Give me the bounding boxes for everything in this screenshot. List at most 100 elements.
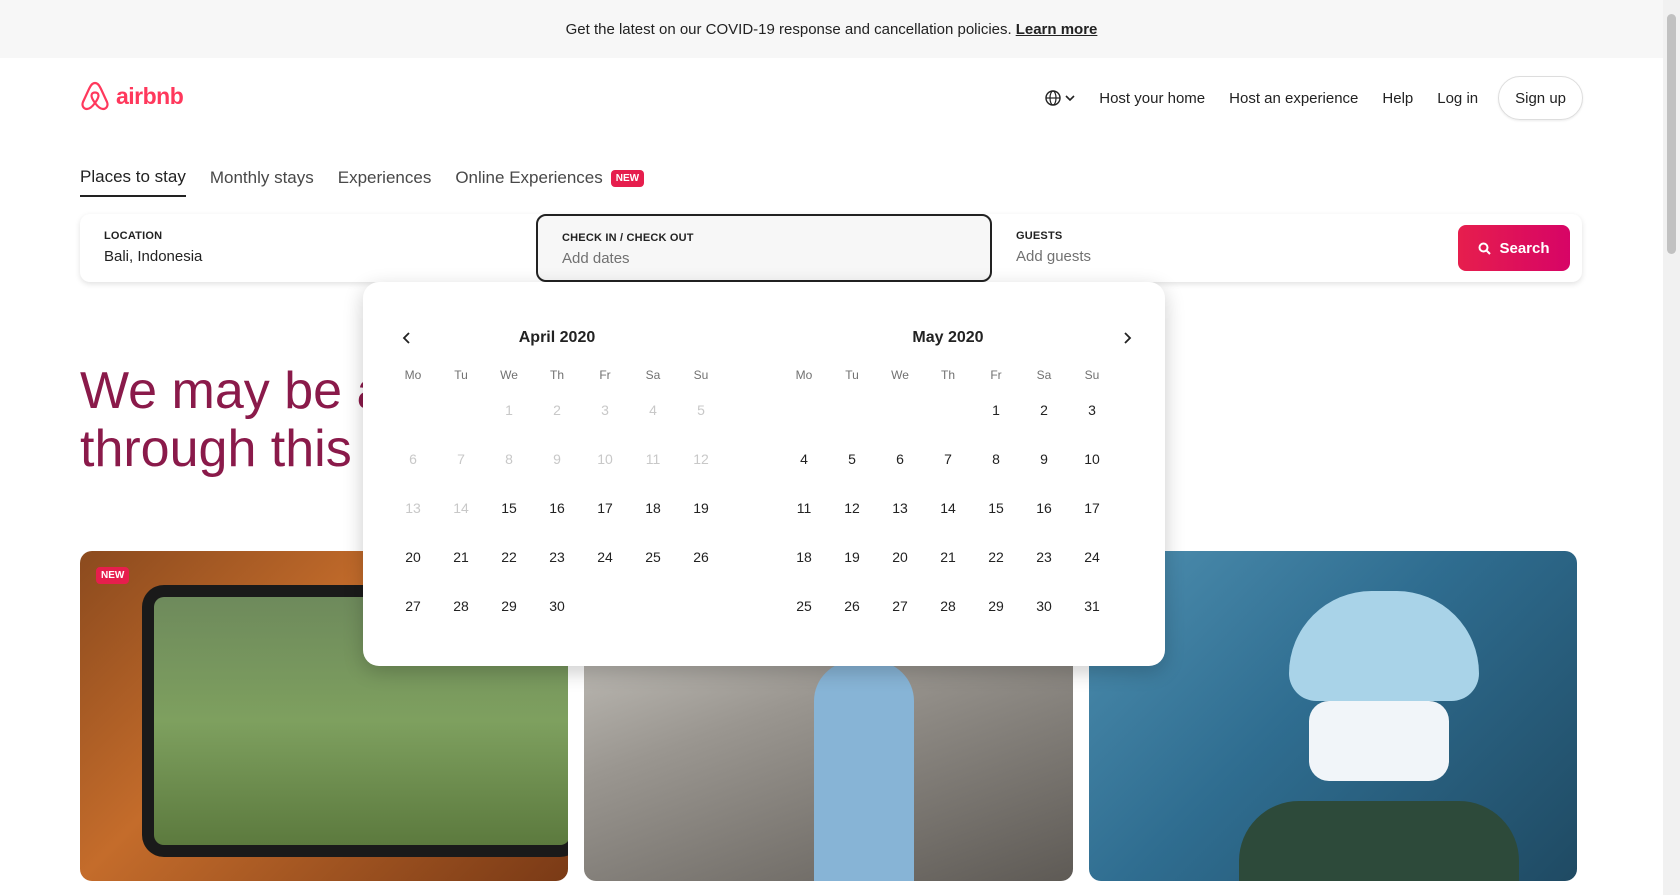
logo-text: airbnb [116,82,184,109]
weekday-label: We [891,368,909,382]
surgical-cap-image [1289,591,1479,701]
calendar-day[interactable]: 9 [1020,435,1068,484]
calendar-day[interactable]: 4 [780,435,828,484]
weekday-label: Fr [990,368,1002,382]
weekday-label: Mo [795,368,813,382]
calendar-day[interactable]: 21 [437,533,485,582]
calendar-day[interactable]: 27 [389,582,437,631]
nav-help[interactable]: Help [1370,90,1425,107]
calendar-day[interactable]: 22 [485,533,533,582]
search-bar: LOCATION Bali, Indonesia CHECK IN / CHEC… [80,214,1582,282]
calendar-day[interactable]: 30 [1020,582,1068,631]
calendar-day[interactable]: 16 [533,484,581,533]
tab-places-to-stay[interactable]: Places to stay [80,167,186,197]
weekday-label: Sa [645,368,661,382]
calendar-day[interactable]: 30 [533,582,581,631]
banner-text: Get the latest on our COVID-19 response … [565,20,1012,38]
search-tabs: Places to stay Monthly stays Experiences… [80,167,645,197]
calendar-day: 12 [693,451,709,467]
page-scrollbar[interactable] [1663,0,1680,895]
calendar-day: 6 [409,451,417,467]
language-selector[interactable] [1033,90,1087,106]
covid-banner: Get the latest on our COVID-19 response … [0,0,1663,58]
calendar-day: 3 [601,402,609,418]
calendar-day[interactable]: 15 [972,484,1020,533]
calendar-day[interactable]: 31 [1068,582,1116,631]
calendar-day[interactable]: 24 [581,533,629,582]
airbnb-logo[interactable]: airbnb [80,80,184,112]
weekday-label: Th [549,368,564,382]
scrollbar-thumb[interactable] [1667,14,1676,254]
calendar-day[interactable]: 29 [972,582,1020,631]
location-field[interactable]: LOCATION Bali, Indonesia [80,214,536,282]
tab-monthly-stays[interactable]: Monthly stays [210,167,314,197]
month-grid: Mo Tu We Th Fr Sa Su 1 2 3 4 5 6 7 8 9 10 11 12 13 14 15 16 17 1… [780,364,1116,631]
calendar-day[interactable]: 12 [828,484,876,533]
tab-label: Places to stay [80,167,186,186]
guests-field[interactable]: GUESTS Add guests [992,214,1452,282]
calendar-day[interactable]: 29 [485,582,533,631]
calendar-day [629,582,677,631]
chevron-right-icon [1124,332,1132,344]
search-button[interactable]: Search [1458,225,1570,271]
guests-placeholder: Add guests [1016,248,1092,265]
calendar-day[interactable]: 7 [924,435,972,484]
calendar-day [677,582,725,631]
calendar-day[interactable]: 13 [876,484,924,533]
calendar-day[interactable]: 25 [780,582,828,631]
sign-up-button[interactable]: Sign up [1498,76,1583,120]
location-value: Bali, Indonesia [104,248,203,265]
calendar-day[interactable]: 19 [828,533,876,582]
calendar-day[interactable]: 25 [629,533,677,582]
calendar-day[interactable]: 18 [629,484,677,533]
calendar-day[interactable]: 16 [1020,484,1068,533]
calendar-day[interactable]: 21 [924,533,972,582]
calendar-day[interactable]: 17 [1068,484,1116,533]
calendar-day[interactable]: 6 [876,435,924,484]
calendar-day[interactable]: 26 [677,533,725,582]
calendar-day: 8 [505,451,513,467]
nav-host-home[interactable]: Host your home [1087,90,1217,107]
calendar-day[interactable]: 19 [677,484,725,533]
tab-experiences[interactable]: Experiences [338,167,432,197]
calendar-day[interactable]: 17 [581,484,629,533]
weekday-label: Sa [1036,368,1052,382]
calendar-day[interactable]: 18 [780,533,828,582]
top-nav: Host your home Host an experience Help L… [1033,76,1583,120]
calendar-day[interactable]: 3 [1068,386,1116,435]
calendar-day[interactable]: 22 [972,533,1020,582]
weekday-label: Mo [404,368,422,382]
calendar-day[interactable]: 11 [780,484,828,533]
calendar-day: 14 [453,500,469,516]
dates-field[interactable]: CHECK IN / CHECK OUT Add dates [536,214,992,282]
calendar-day[interactable]: 28 [924,582,972,631]
learn-more-link[interactable]: Learn more [1016,21,1098,38]
calendar-day[interactable]: 2 [1020,386,1068,435]
calendar-day: 4 [649,402,657,418]
calendar-day[interactable]: 1 [972,386,1020,435]
nav-host-experience[interactable]: Host an experience [1217,90,1370,107]
calendar-day[interactable]: 5 [828,435,876,484]
calendar-day[interactable]: 20 [389,533,437,582]
calendar-day[interactable]: 10 [1068,435,1116,484]
page: Get the latest on our COVID-19 response … [0,0,1663,895]
calendar-day[interactable]: 24 [1068,533,1116,582]
calendar-day[interactable]: 26 [828,582,876,631]
month-title: May 2020 [912,329,984,346]
calendar-day[interactable]: 23 [1020,533,1068,582]
calendar-day[interactable]: 20 [876,533,924,582]
calendar-day[interactable]: 23 [533,533,581,582]
calendar-day[interactable]: 27 [876,582,924,631]
next-month-button[interactable] [1113,324,1141,352]
date-picker-popover: April 2020 Mo Tu We Th Fr Sa Su 1 2 3 4 5 6 7 8 9 10 11 12… [363,282,1165,666]
month-may: May 2020 Mo Tu We Th Fr Sa Su 1 2 3 4 5 6 7 8 9 10 11 12 13… [780,326,1116,631]
calendar-day[interactable]: 28 [437,582,485,631]
tab-online-experiences[interactable]: Online Experiences NEW [455,167,645,197]
guests-label: GUESTS [1016,230,1063,242]
face-mask-image [1309,701,1449,781]
calendar-day[interactable]: 8 [972,435,1020,484]
dates-placeholder: Add dates [562,250,630,267]
calendar-day[interactable]: 15 [485,484,533,533]
nav-log-in[interactable]: Log in [1425,90,1490,107]
calendar-day[interactable]: 14 [924,484,972,533]
